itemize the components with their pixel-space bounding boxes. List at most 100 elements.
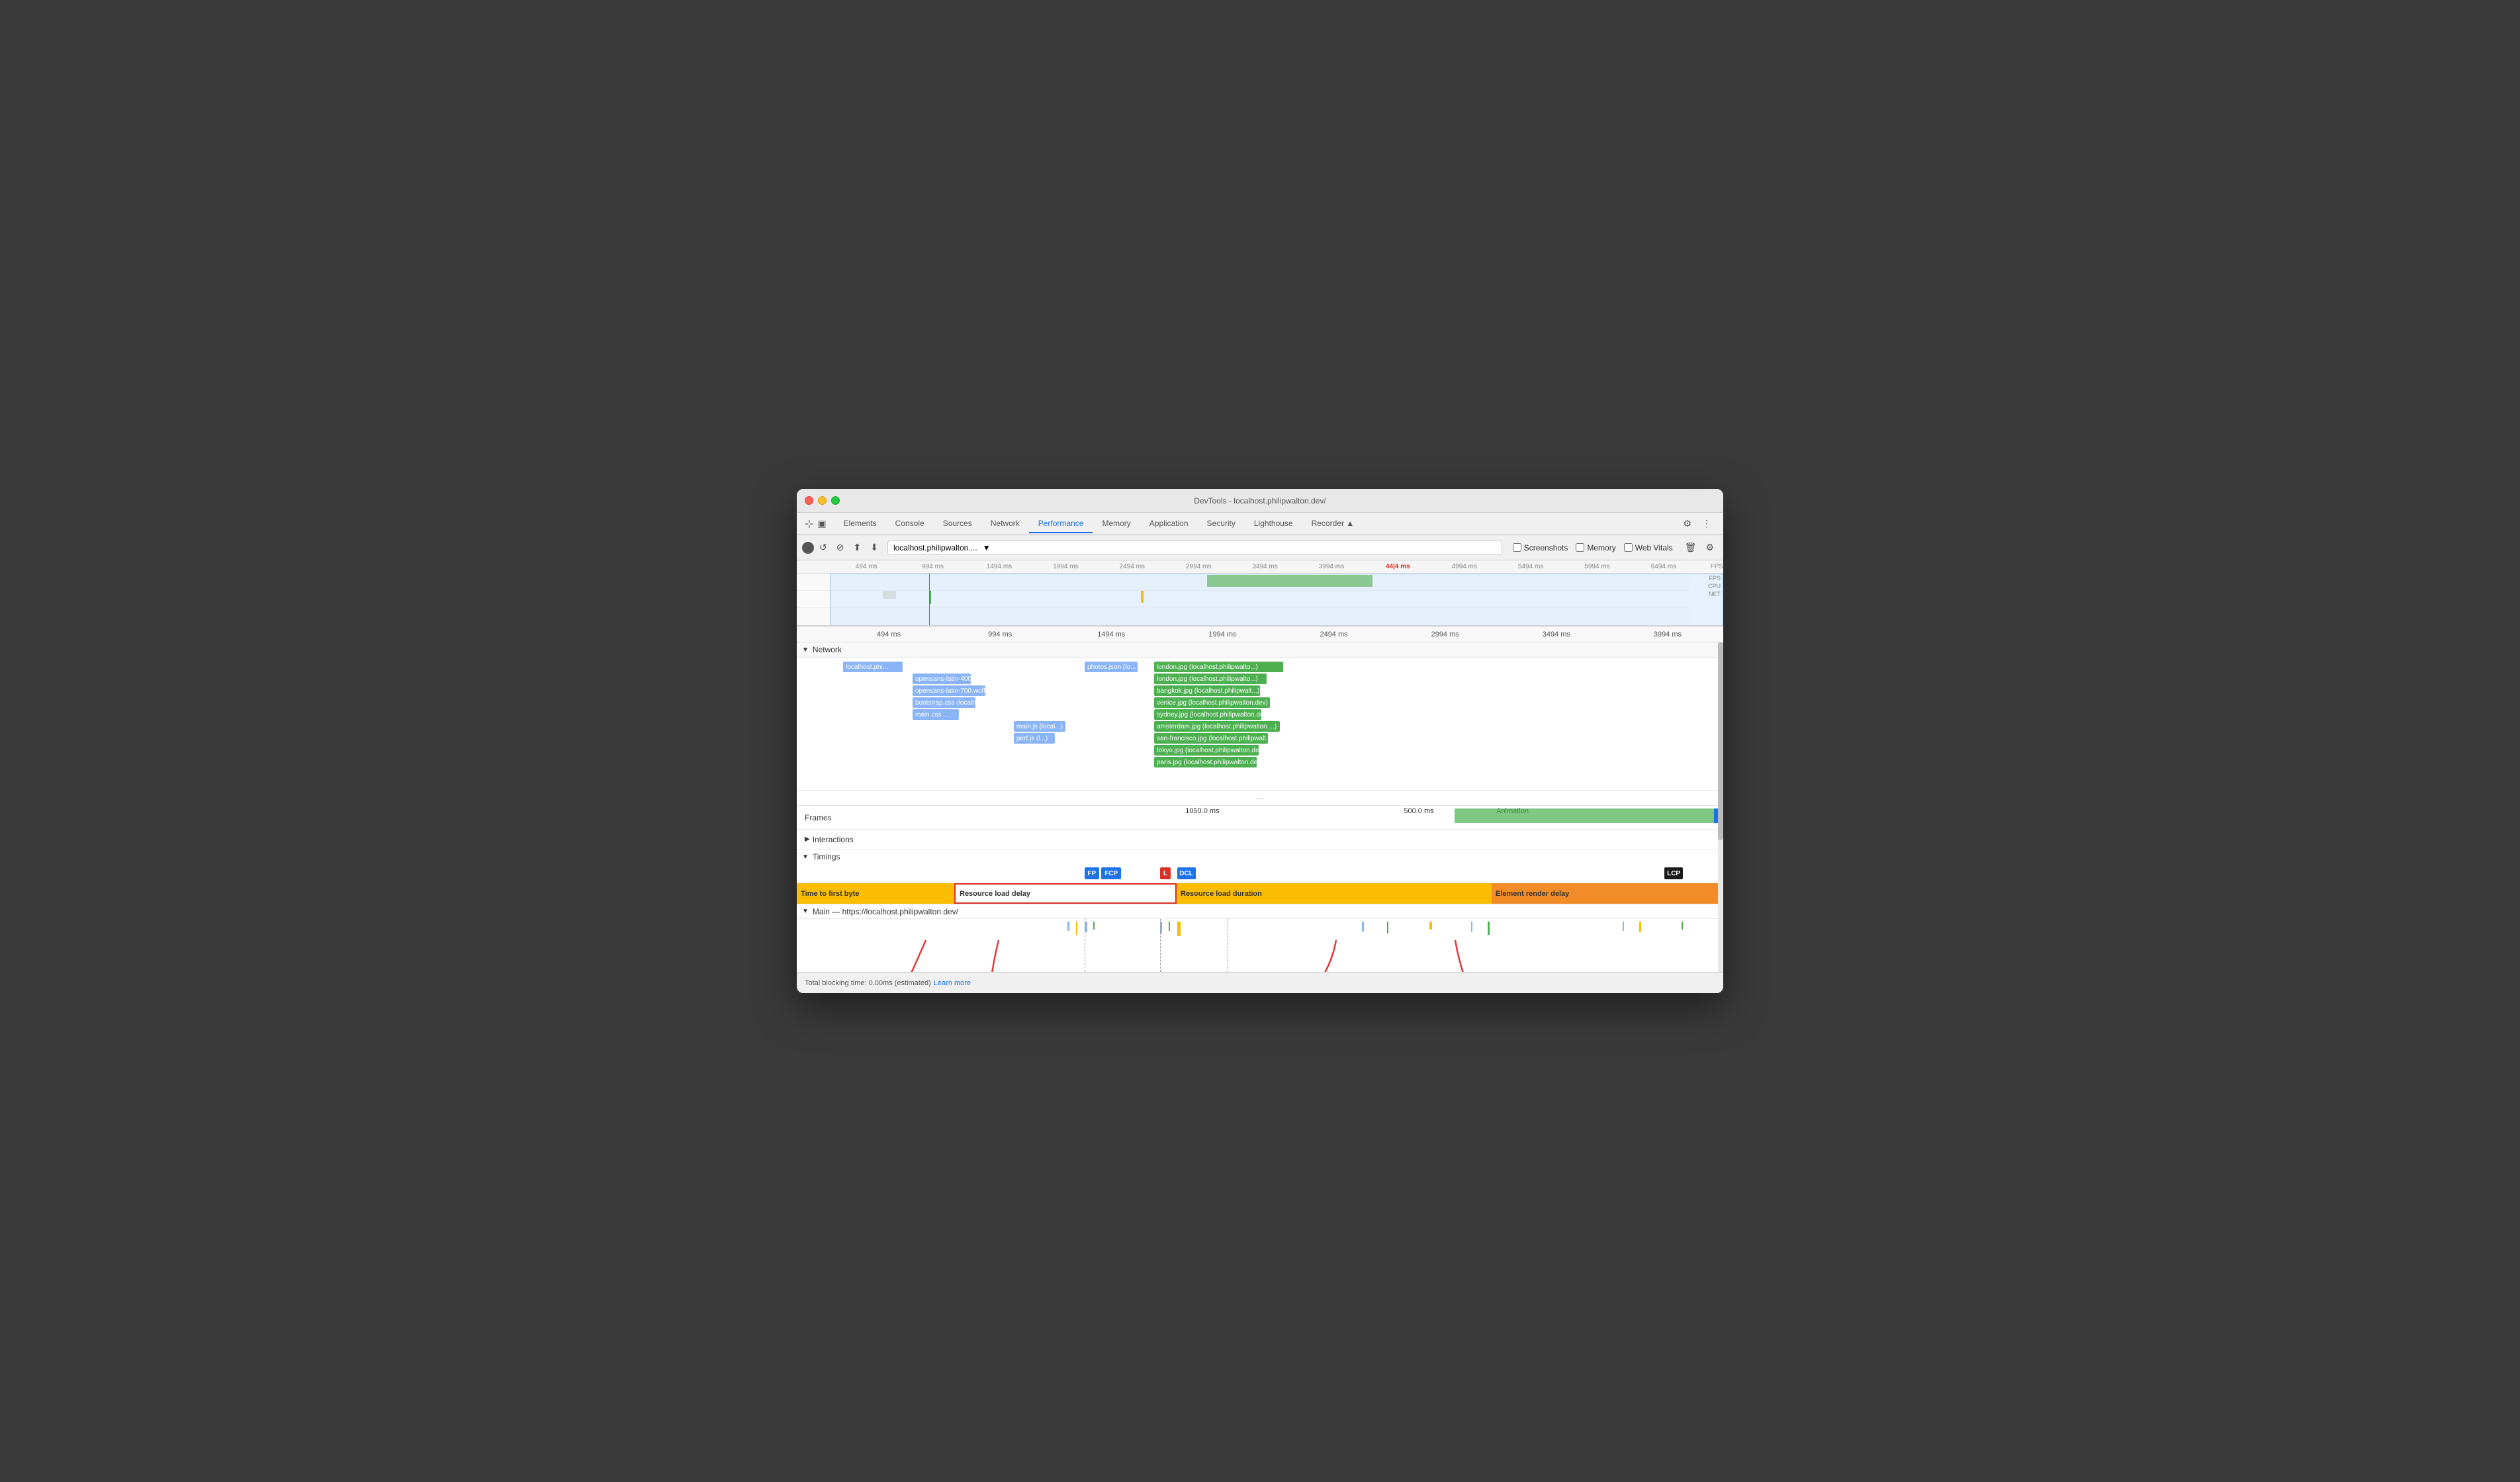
close-button[interactable] xyxy=(805,496,813,505)
net-bar-venice[interactable]: venice.jpg (localhost.philipwalton.dev) xyxy=(1154,697,1270,708)
main-header[interactable]: ▼ Main — https://localhost.philipwalton.… xyxy=(797,904,1723,919)
frames-track[interactable]: 1050.0 ms 500.0 ms Animation xyxy=(883,806,1723,829)
settings-perf-icon[interactable]: ⚙ xyxy=(1701,539,1718,556)
tab-application[interactable]: Application xyxy=(1140,515,1198,533)
net-bar-amsterdam[interactable]: amsterdam.jpg (localhost.philipwalton...… xyxy=(1154,721,1280,732)
minimize-button[interactable] xyxy=(818,496,827,505)
timing-lcp: LCP xyxy=(1664,867,1683,879)
net-bar-sydney[interactable]: sydney.jpg (localhost.philipwalton.dev) xyxy=(1154,709,1261,720)
tab-sources[interactable]: Sources xyxy=(934,515,981,533)
frames-duration-1: 1050.0 ms xyxy=(1185,807,1219,815)
net-bar-mainjs[interactable]: main.js (local...) xyxy=(1014,721,1065,732)
ruler-tick-2: 994 ms xyxy=(899,563,966,570)
web-vitals-checkbox[interactable]: Web Vitals xyxy=(1624,543,1673,552)
interactions-label[interactable]: ▶ Interactions xyxy=(797,835,883,844)
url-dropdown-icon[interactable]: ▼ xyxy=(983,543,991,552)
tab-console[interactable]: Console xyxy=(886,515,934,533)
url-bar: localhost.philipwalton.... ▼ xyxy=(887,541,1502,555)
status-bar: Total blocking time: 0.00ms (estimated) … xyxy=(797,972,1723,993)
cursor-tool-icon[interactable]: ⊹ xyxy=(805,517,813,531)
lcp-seg-rld: Resource load delay xyxy=(954,883,1177,904)
reload-button[interactable]: ↺ xyxy=(815,539,831,556)
download-button[interactable]: ⬇ xyxy=(866,539,882,556)
stop-button[interactable]: ⊘ xyxy=(832,539,848,556)
tab-security[interactable]: Security xyxy=(1198,515,1245,533)
more-icon[interactable]: ⋮ xyxy=(1698,515,1715,532)
scrollbar-thumb[interactable] xyxy=(1718,642,1723,840)
net-bar-opensans700[interactable]: opensans-latin-700.woff2 (l... xyxy=(913,685,985,696)
net-bar-paris[interactable]: paris.jpg (localhost.philipwalton.dev) xyxy=(1154,757,1257,767)
screenshots-checkbox[interactable]: Screenshots xyxy=(1513,543,1568,552)
lcp-seg-ttfb: Time to first byte xyxy=(797,883,954,904)
mini-timeline[interactable]: 494 ms 994 ms 1494 ms 1994 ms 2494 ms 29… xyxy=(797,560,1723,627)
network-header[interactable]: ▼ Network xyxy=(797,642,1723,658)
mini-chart[interactable]: FPS CPU NET xyxy=(797,574,1723,627)
mini-ruler: 494 ms 994 ms 1494 ms 1994 ms 2494 ms 29… xyxy=(797,560,1723,574)
net-bar-bootstrap[interactable]: bootstrap.css (localhos...) xyxy=(913,697,975,708)
network-chevron[interactable]: ▼ xyxy=(802,646,809,654)
frames-duration-2: 500.0 ms xyxy=(1404,807,1433,815)
detail-ruler-inner: 494 ms 994 ms 1494 ms 1994 ms 2494 ms 29… xyxy=(797,631,1723,638)
tab-recorder[interactable]: Recorder ▲ xyxy=(1302,515,1364,533)
lcp-seg-duration: Resource load duration xyxy=(1177,883,1492,904)
main-track[interactable] xyxy=(797,919,1723,972)
learn-more-link[interactable]: Learn more xyxy=(934,979,971,987)
main-label: Main — https://localhost.philipwalton.de… xyxy=(813,907,958,916)
net-bar-localhost[interactable]: localhost.phi... xyxy=(843,662,903,672)
detail-tick-7: 3494 ms xyxy=(1501,631,1612,638)
cpu-activity-1 xyxy=(883,591,896,599)
net-bar-sanfrancisco[interactable]: san-francisco.jpg (localhost.philipwalt.… xyxy=(1154,733,1268,744)
task-14 xyxy=(1639,922,1641,932)
timings-chevron[interactable]: ▼ xyxy=(802,853,809,861)
maximize-button[interactable] xyxy=(831,496,840,505)
upload-button[interactable]: ⬆ xyxy=(849,539,865,556)
more-separator: ··· xyxy=(797,791,1723,806)
ruler-tick-11: 5494 ms xyxy=(1498,563,1564,570)
interactions-chevron[interactable]: ▶ xyxy=(805,836,810,843)
clear-button[interactable]: 🗑 xyxy=(1681,539,1701,556)
tab-elements[interactable]: Elements xyxy=(834,515,886,533)
net-row xyxy=(797,608,1690,627)
task-15 xyxy=(1682,922,1683,930)
tab-network[interactable]: Network xyxy=(981,515,1029,533)
tab-memory[interactable]: Memory xyxy=(1093,515,1140,533)
details-area[interactable]: ▼ Network localhost.phi... opensans-lati… xyxy=(797,642,1723,972)
lcp-seg-erd: Element render delay xyxy=(1492,883,1723,904)
net-bar-london1[interactable]: london.jpg (localhost.philipwalto...) xyxy=(1154,662,1283,672)
net-bar-bangkok[interactable]: bangkok.jpg (localhost.philipwalt...) xyxy=(1154,685,1260,696)
detail-tick-5: 2494 ms xyxy=(1279,631,1390,638)
net-bar-perfjs[interactable]: perf.js (l...) xyxy=(1014,733,1055,744)
lcp-seg-rld-label: Resource load delay xyxy=(960,890,1030,898)
tab-performance[interactable]: Performance xyxy=(1029,515,1093,533)
traffic-lights xyxy=(805,496,840,505)
task-9 xyxy=(1387,922,1388,934)
record-button[interactable] xyxy=(802,542,814,554)
net-bar-london2[interactable]: london.jpg (localhost.philipwalto...) xyxy=(1154,674,1267,684)
ruler-tick-7: 3494 ms xyxy=(1232,563,1298,570)
detail-tick-1: 494 ms xyxy=(833,631,944,638)
ruler-tick-5: 2494 ms xyxy=(1099,563,1165,570)
task-1 xyxy=(1067,922,1069,931)
net-bar-photosjson[interactable]: photos.json (lo... xyxy=(1085,662,1138,672)
frames-row: Frames 1050.0 ms 500.0 ms Animation xyxy=(797,806,1723,830)
main-chevron[interactable]: ▼ xyxy=(802,908,809,915)
ruler-tick-3: 1494 ms xyxy=(966,563,1032,570)
net-bar-maincss[interactable]: main.css ... xyxy=(913,709,959,720)
marker-line-1 xyxy=(929,574,930,627)
scrollbar[interactable] xyxy=(1718,642,1723,972)
ruler-tick-1: 494 ms xyxy=(833,563,899,570)
net-bar-tokyo[interactable]: tokyo.jpg (localhost.philipwalton.dev) xyxy=(1154,745,1259,756)
lcp-seg-ttfb-label: Time to first byte xyxy=(801,890,859,898)
timings-inner: FP FCP L DCL LCP xyxy=(883,864,1723,883)
settings-icon[interactable]: ⚙ xyxy=(1679,515,1695,532)
lcp-seg-duration-label: Resource load duration xyxy=(1181,890,1262,898)
drawer-icon[interactable]: ▣ xyxy=(817,518,826,529)
timings-header[interactable]: ▼ Timings xyxy=(797,850,1723,864)
ruler-tick-12: 5994 ms xyxy=(1564,563,1630,570)
tab-bar: ⊹ ▣ Elements Console Sources Network Per… xyxy=(797,513,1723,535)
task-6 xyxy=(1169,922,1170,931)
tab-lighthouse[interactable]: Lighthouse xyxy=(1245,515,1302,533)
ruler-tick-10: 4994 ms xyxy=(1431,563,1498,570)
memory-checkbox[interactable]: Memory xyxy=(1576,543,1615,552)
net-bar-opensans400[interactable]: opensans-latin-400.w... xyxy=(913,674,971,684)
